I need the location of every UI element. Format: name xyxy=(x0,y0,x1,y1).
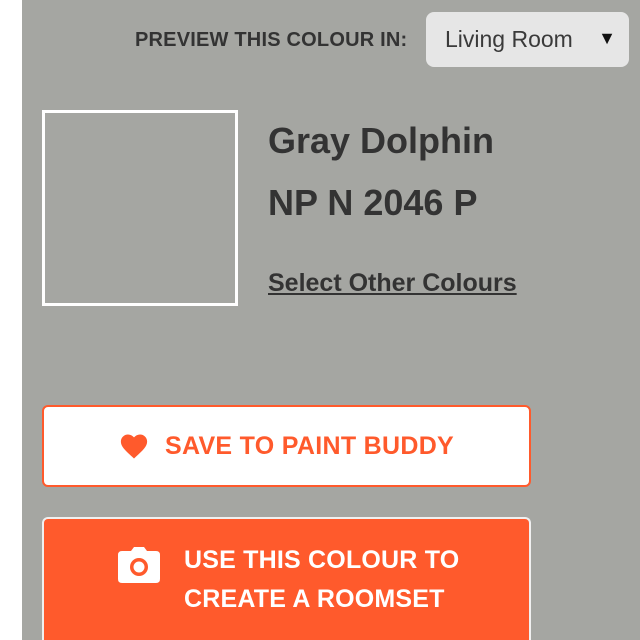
create-roomset-button[interactable]: USE THIS COLOUR TO CREATE A ROOMSET xyxy=(42,517,531,640)
camera-icon xyxy=(118,547,160,583)
colour-code: NP N 2046 P xyxy=(268,182,478,223)
heart-icon xyxy=(120,434,148,459)
select-other-colours-link[interactable]: Select Other Colours xyxy=(268,269,517,298)
room-select-value: Living Room xyxy=(445,26,573,52)
roomset-button-label: USE THIS COLOUR TO CREATE A ROOMSET xyxy=(184,541,514,619)
preview-label: PREVIEW THIS COLOUR IN: xyxy=(135,29,408,51)
dropdown-arrow-icon: ▼ xyxy=(598,28,616,48)
colour-swatch xyxy=(42,110,238,306)
colour-name: Gray Dolphin xyxy=(268,120,495,161)
room-select[interactable]: Living Room ▼ xyxy=(426,12,629,67)
save-to-paint-buddy-button[interactable]: SAVE TO PAINT BUDDY xyxy=(42,405,531,487)
roomset-label-line1: USE THIS COLOUR TO xyxy=(184,546,460,574)
roomset-label-line2: CREATE A ROOMSET xyxy=(184,585,445,613)
save-button-label: SAVE TO PAINT BUDDY xyxy=(164,431,455,460)
